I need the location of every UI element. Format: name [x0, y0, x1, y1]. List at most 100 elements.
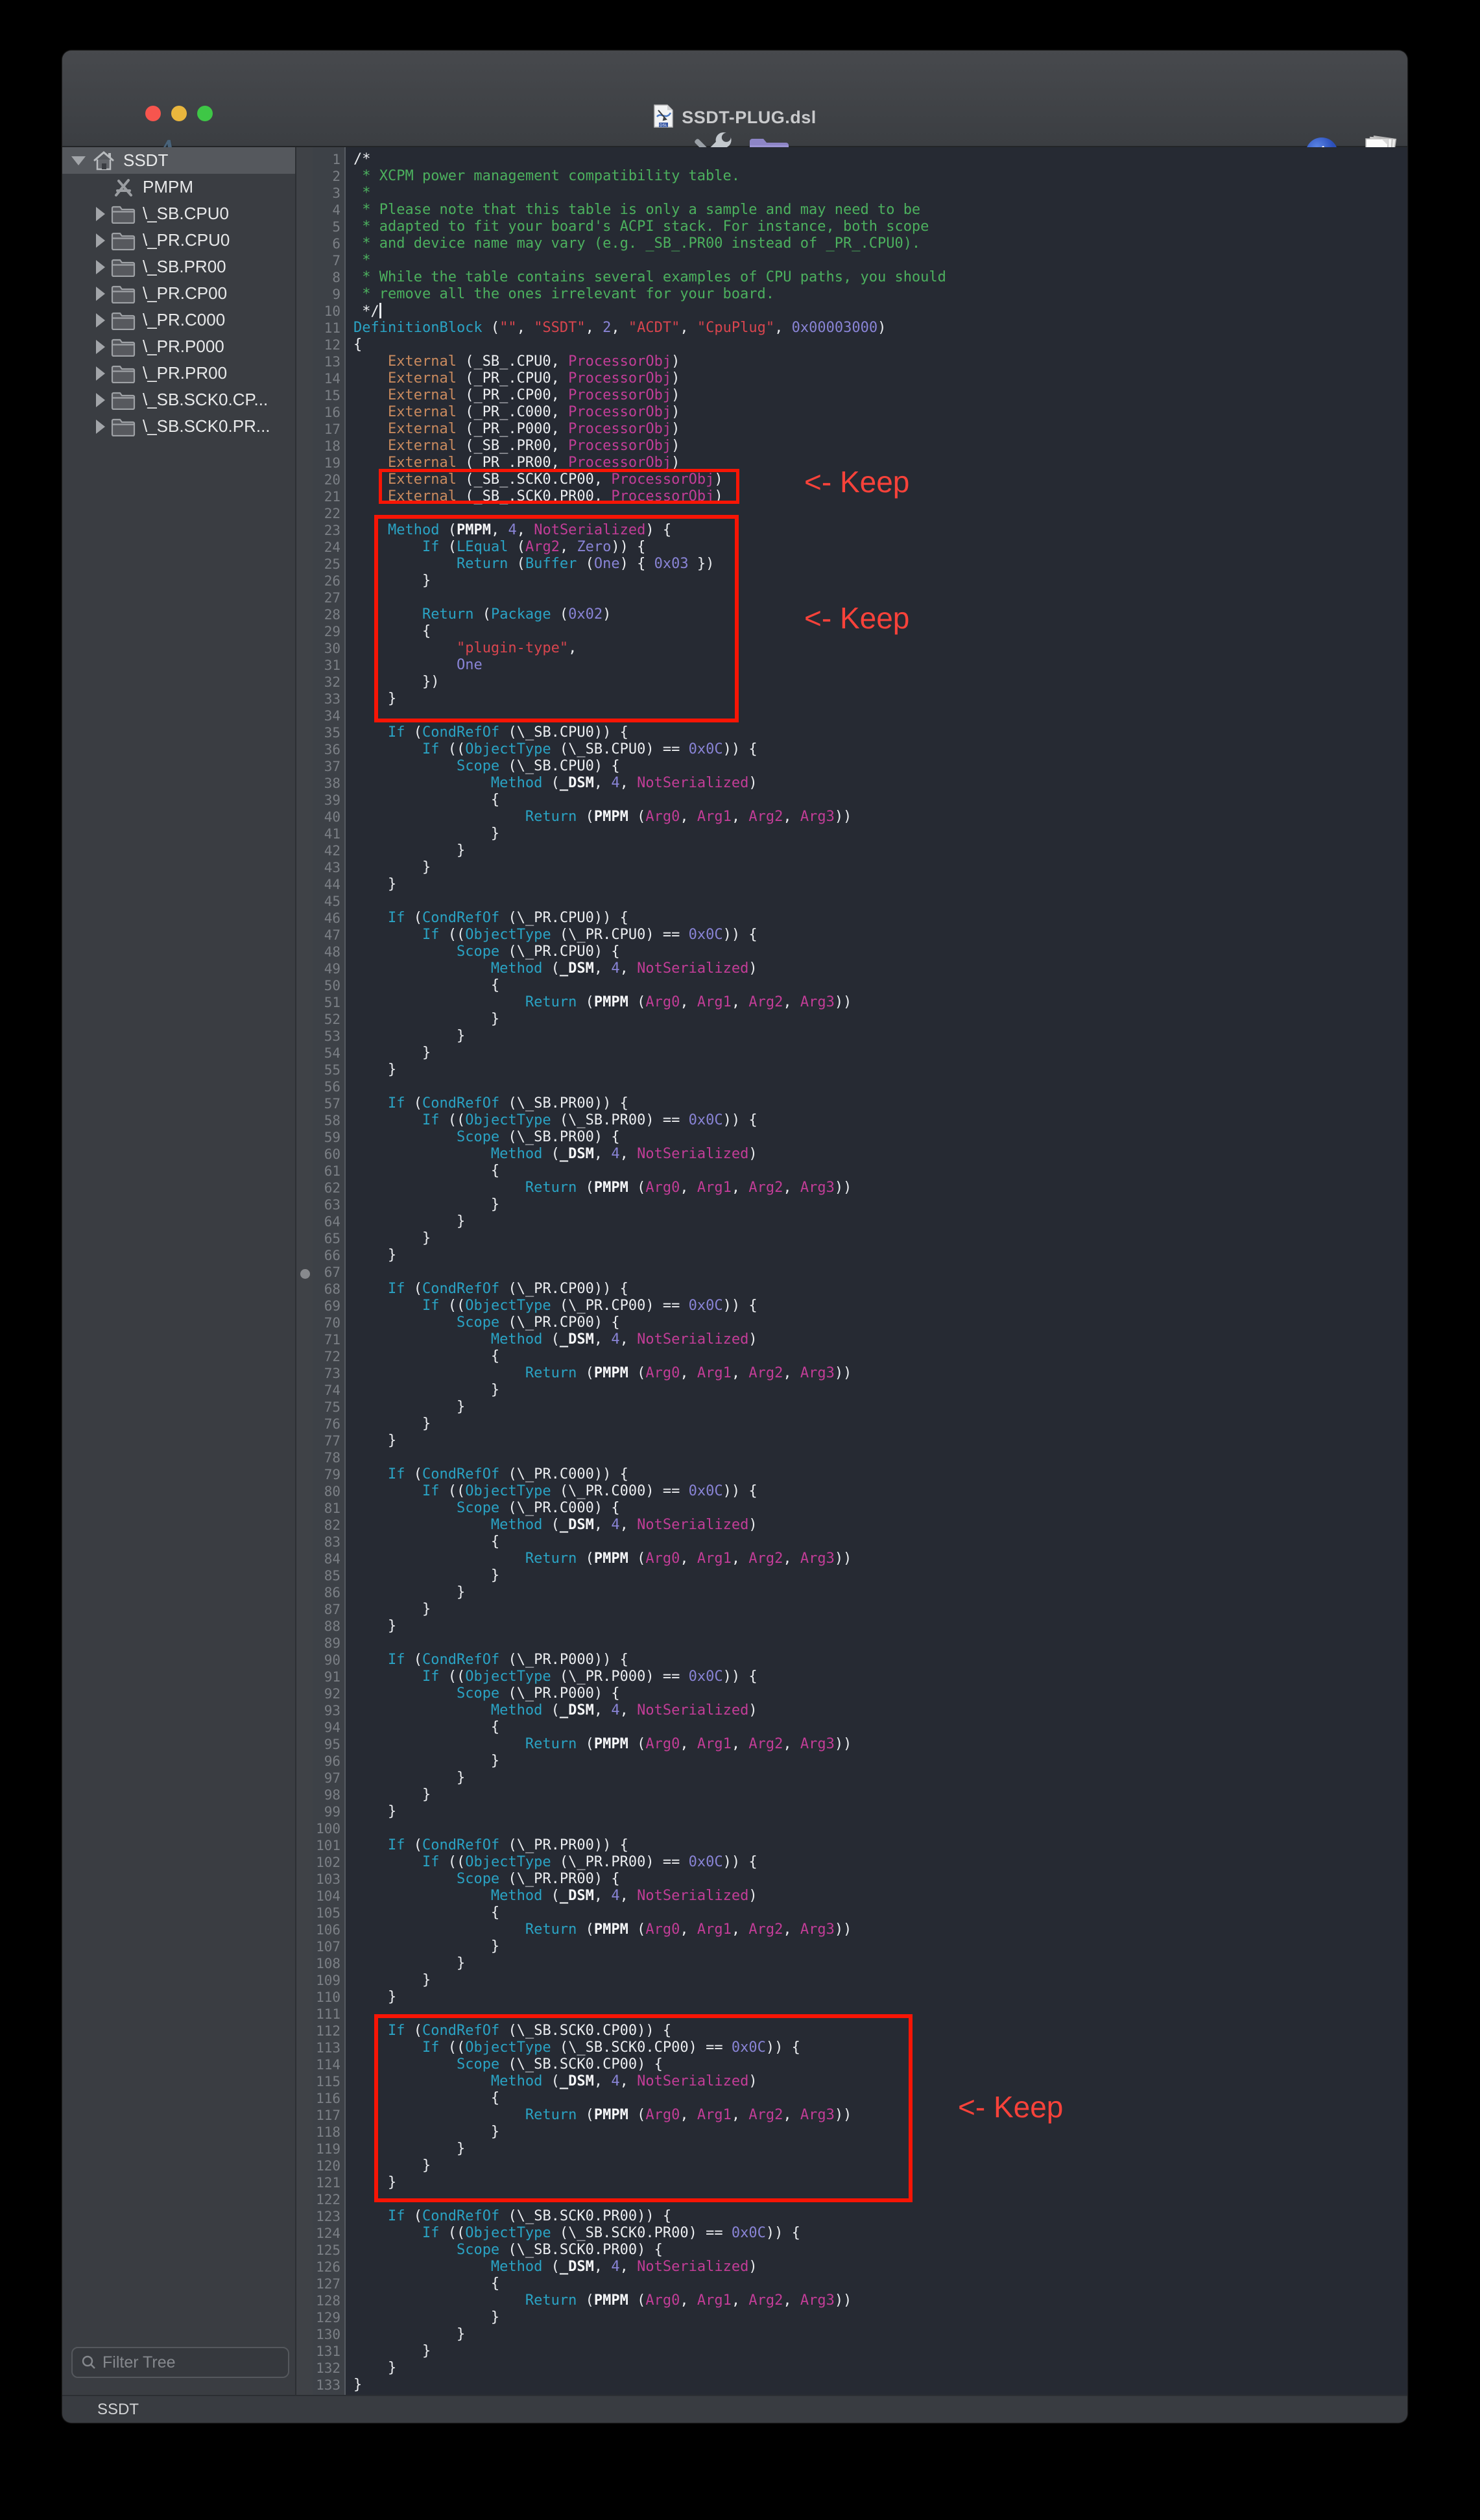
- disclosure-closed-icon[interactable]: [96, 313, 105, 327]
- line-number: 87: [313, 1601, 344, 1618]
- code-line: If ((ObjectType (\_PR.CP00) == 0x0C)) {: [353, 1298, 1407, 1314]
- line-number: 54: [313, 1045, 344, 1062]
- sidebar-item--pr-c000[interactable]: \_PR.C000: [62, 307, 295, 333]
- line-number: 47: [313, 927, 344, 944]
- code-line: [353, 1078, 1407, 1095]
- line-number: 55: [313, 1062, 344, 1078]
- line-number: 84: [313, 1551, 344, 1567]
- line-number: 40: [313, 809, 344, 826]
- code-line: }: [353, 1382, 1407, 1399]
- sidebar-item--sb-cpu0[interactable]: \_SB.CPU0: [62, 200, 295, 227]
- sidebar-item--sb-sck0-pr-[interactable]: \_SB.SCK0.PR...: [62, 413, 295, 440]
- sidebar-item-ssdt-root[interactable]: SSDT: [62, 147, 295, 174]
- line-number: 108: [313, 1955, 344, 1972]
- code-line: * While the table contains several examp…: [353, 269, 1407, 286]
- line-number: 120: [313, 2157, 344, 2174]
- line-number: 13: [313, 353, 344, 370]
- code-line: Return (PMPM (Arg0, Arg1, Arg2, Arg3)): [353, 809, 1407, 826]
- method-icon: [110, 177, 136, 198]
- tree-item-label: \_PR.CPU0: [143, 230, 230, 250]
- line-number: 119: [313, 2141, 344, 2157]
- code-line: * adapted to fit your board's ACPI stack…: [353, 219, 1407, 235]
- line-number: 95: [313, 1736, 344, 1753]
- tree-item-label: \_SB.SCK0.CP...: [143, 390, 268, 410]
- disclosure-closed-icon[interactable]: [96, 393, 105, 407]
- code-line: {: [353, 337, 1407, 353]
- line-number: 121: [313, 2174, 344, 2191]
- line-number: 60: [313, 1146, 344, 1163]
- code-line: External (_PR_.CPU0, ProcessorObj): [353, 370, 1407, 387]
- disclosure-closed-icon[interactable]: [96, 340, 105, 354]
- filter-tree-field[interactable]: [71, 2347, 289, 2378]
- code-line: If ((ObjectType (\_PR.C000) == 0x0C)) {: [353, 1483, 1407, 1500]
- code-line: }: [353, 1770, 1407, 1787]
- line-number: 105: [313, 1905, 344, 1921]
- code-line: If ((ObjectType (\_SB.PR00) == 0x0C)) {: [353, 1112, 1407, 1129]
- code-line: }: [353, 2377, 1407, 2394]
- line-number: 12: [313, 337, 344, 353]
- divider-handle-dot: [300, 1269, 310, 1279]
- disclosure-closed-icon[interactable]: [96, 207, 105, 221]
- line-number: 23: [313, 522, 344, 539]
- line-number: 97: [313, 1770, 344, 1787]
- code-line: If (CondRefOf (\_SB.CPU0)) {: [353, 724, 1407, 741]
- sidebar-item--pr-pr00[interactable]: \_PR.PR00: [62, 360, 295, 386]
- sidebar-item-pmpm[interactable]: PMPM: [62, 174, 295, 200]
- line-number: 31: [313, 657, 344, 674]
- code-line: }: [353, 2343, 1407, 2360]
- line-number: 112: [313, 2023, 344, 2039]
- line-number: 17: [313, 421, 344, 438]
- disclosure-open-icon[interactable]: [71, 156, 86, 165]
- code-line: Method (_DSM, 4, NotSerialized): [353, 2259, 1407, 2276]
- title-toolbar: DSL SSDT-PLUG.dsl A Fonts: [62, 51, 1407, 147]
- keep-highlight-box-external: [379, 469, 739, 504]
- code-line: * Please note that this table is only a …: [353, 202, 1407, 219]
- sidebar-item--sb-pr00[interactable]: \_SB.PR00: [62, 254, 295, 280]
- line-number: 14: [313, 370, 344, 387]
- line-number: 128: [313, 2292, 344, 2309]
- folder-icon: [110, 390, 136, 410]
- line-number: 114: [313, 2056, 344, 2073]
- line-number: 19: [313, 455, 344, 471]
- filter-tree-input[interactable]: [101, 2353, 272, 2373]
- code-line: {: [353, 1163, 1407, 1180]
- disclosure-closed-icon[interactable]: [96, 287, 105, 301]
- line-number: 58: [313, 1112, 344, 1129]
- line-number: 46: [313, 910, 344, 927]
- disclosure-closed-icon[interactable]: [96, 420, 105, 434]
- line-number: 25: [313, 556, 344, 573]
- code-line: If ((ObjectType (\_PR.PR00) == 0x0C)) {: [353, 1854, 1407, 1871]
- line-number: 83: [313, 1534, 344, 1551]
- tree-item-label: PMPM: [143, 177, 193, 197]
- code-line: External (_PR_.C000, ProcessorObj): [353, 404, 1407, 421]
- code-line: [353, 1820, 1407, 1837]
- folder-icon: [110, 364, 136, 383]
- line-number: 29: [313, 623, 344, 640]
- folder-icon: [110, 231, 136, 250]
- split-divider[interactable]: [295, 147, 314, 2396]
- code-line: }: [353, 1584, 1407, 1601]
- code-line: }: [353, 1247, 1407, 1264]
- sidebar-item--pr-cp00[interactable]: \_PR.CP00: [62, 280, 295, 307]
- tree-item-label: \_PR.P000: [143, 337, 224, 357]
- search-icon: [77, 2355, 101, 2370]
- line-number: 90: [313, 1652, 344, 1669]
- disclosure-closed-icon[interactable]: [96, 260, 105, 274]
- code-line: Return (PMPM (Arg0, Arg1, Arg2, Arg3)): [353, 1365, 1407, 1382]
- code-line: *: [353, 185, 1407, 202]
- code-line: }: [353, 2309, 1407, 2326]
- disclosure-closed-icon[interactable]: [96, 233, 105, 248]
- code-line: }: [353, 1972, 1407, 1989]
- line-number: 102: [313, 1854, 344, 1871]
- sidebar-item--pr-p000[interactable]: \_PR.P000: [62, 333, 295, 360]
- code-line: }: [353, 1062, 1407, 1078]
- code-line: Scope (\_PR.P000) {: [353, 1685, 1407, 1702]
- folder-icon: [110, 311, 136, 330]
- sidebar-item--pr-cpu0[interactable]: \_PR.CPU0: [62, 227, 295, 254]
- code-line: Method (_DSM, 4, NotSerialized): [353, 960, 1407, 977]
- sidebar-item--sb-sck0-cp-[interactable]: \_SB.SCK0.CP...: [62, 386, 295, 413]
- disclosure-closed-icon[interactable]: [96, 366, 105, 381]
- line-number: 118: [313, 2124, 344, 2141]
- line-number: 99: [313, 1803, 344, 1820]
- acpi-tree-sidebar: SSDTPMPM\_SB.CPU0\_PR.CPU0\_SB.PR00\_PR.…: [62, 147, 295, 2396]
